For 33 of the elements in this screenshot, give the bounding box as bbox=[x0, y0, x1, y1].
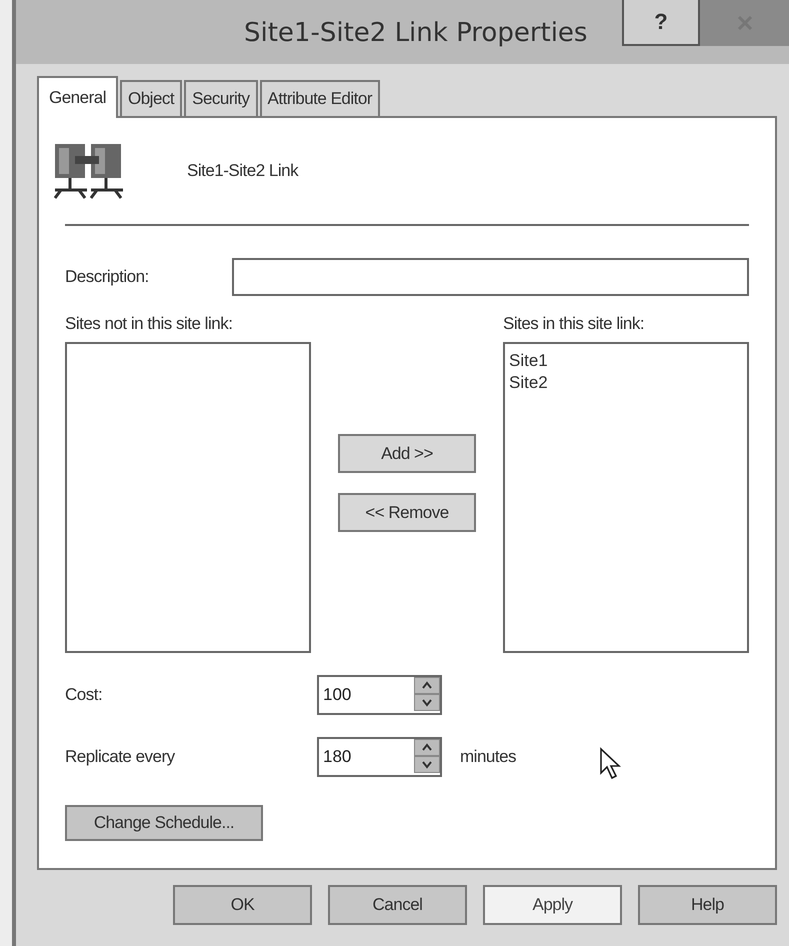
spin-up-icon[interactable] bbox=[414, 677, 440, 694]
mouse-pointer-icon bbox=[599, 747, 623, 781]
sites-in-link-list[interactable]: Site1 Site2 bbox=[503, 342, 749, 653]
replicate-value: 180 bbox=[322, 747, 352, 767]
sites-not-in-link-label: Sites not in this site link: bbox=[65, 314, 234, 334]
spin-up-icon[interactable] bbox=[414, 739, 440, 756]
cost-spinner[interactable]: 100 bbox=[317, 675, 442, 715]
spin-down-icon[interactable] bbox=[414, 694, 440, 711]
dialog-button[interactable]: Cancel bbox=[328, 885, 467, 925]
tab[interactable]: General bbox=[37, 76, 118, 118]
remove-button[interactable]: << Remove bbox=[338, 493, 476, 532]
replicate-spinner[interactable]: 180 bbox=[317, 737, 442, 777]
cost-value: 100 bbox=[322, 685, 352, 705]
help-button[interactable]: ? bbox=[622, 0, 700, 46]
window-title: Site1-Site2 Link Properties bbox=[244, 18, 588, 48]
list-item[interactable]: Site1 bbox=[509, 350, 743, 372]
description-field[interactable] bbox=[232, 258, 749, 296]
list-item[interactable]: Site2 bbox=[509, 372, 743, 394]
sites-not-in-link-list[interactable] bbox=[65, 342, 311, 653]
change-schedule-button[interactable]: Change Schedule... bbox=[65, 805, 263, 841]
cost-label: Cost: bbox=[65, 685, 104, 705]
spin-down-icon[interactable] bbox=[414, 756, 440, 773]
replicate-unit: minutes bbox=[460, 747, 516, 767]
replicate-label: Replicate every bbox=[65, 747, 176, 767]
tab[interactable]: Security bbox=[184, 80, 258, 116]
description-label: Description: bbox=[65, 267, 150, 287]
add-button[interactable]: Add >> bbox=[338, 434, 476, 473]
tab[interactable]: Attribute Editor bbox=[260, 80, 380, 116]
object-name: Site1-Site2 Link bbox=[187, 161, 298, 181]
tab[interactable]: Object bbox=[120, 80, 182, 116]
dialog-button[interactable]: Help bbox=[638, 885, 777, 925]
sites-in-link-label: Sites in this site link: bbox=[503, 314, 646, 334]
dialog-button[interactable]: OK bbox=[173, 885, 312, 925]
